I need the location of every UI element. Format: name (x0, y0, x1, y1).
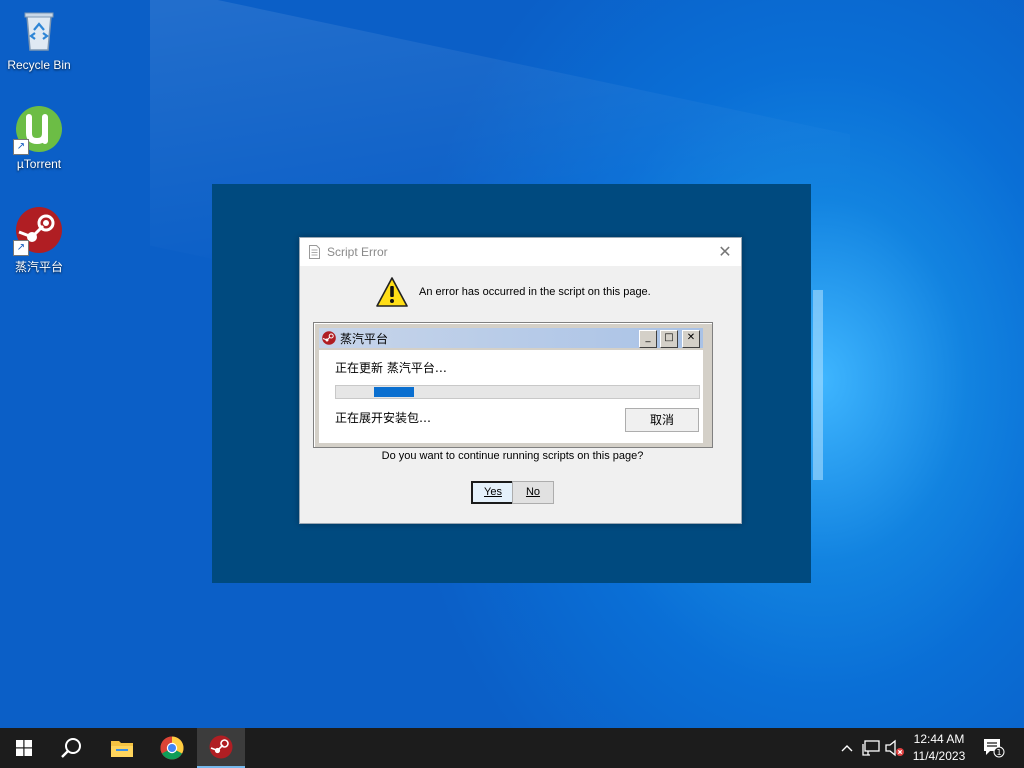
steam-window-body: 正在更新 蒸汽平台… 正在展开安装包… 取消 (319, 350, 703, 443)
unpack-status-text: 正在展开安装包… (335, 411, 432, 425)
steam-window-title: 蒸汽平台 (340, 331, 389, 346)
close-button[interactable]: ✕ (682, 330, 700, 348)
volume-muted-icon (885, 739, 904, 757)
search-icon (61, 738, 81, 758)
update-progress-bar (335, 385, 700, 399)
shortcut-arrow-icon: ↗ (13, 139, 29, 155)
dialog-close-button[interactable]: ✕ (715, 242, 735, 262)
steam-icon: ↗ (13, 206, 63, 256)
notification-icon: 1 (984, 739, 1005, 758)
script-error-dialog: Script Error ✕ An error has occurred in … (299, 237, 742, 524)
update-status-text: 正在更新 蒸汽平台… (335, 361, 447, 375)
desktop-icon-utorrent[interactable]: ↗ µTorrent (1, 105, 77, 171)
action-center-button[interactable]: 1 (980, 728, 1008, 768)
no-button-label: No (525, 486, 541, 498)
desktop-icon-recycle-bin[interactable]: Recycle Bin (1, 6, 77, 72)
desktop-icon-label: Recycle Bin (7, 58, 71, 72)
yes-button-label: Yes (484, 486, 502, 498)
error-message: An error has occurred in the script on t… (419, 286, 651, 298)
desktop-icon-steam[interactable]: ↗ 蒸汽平台 (1, 206, 77, 275)
start-button[interactable] (0, 728, 48, 768)
chevron-up-icon (841, 745, 853, 752)
desktop-icon-label: µTorrent (16, 157, 62, 171)
show-hidden-icons-button[interactable] (838, 728, 856, 768)
yes-button[interactable]: Yes (471, 481, 515, 504)
continue-question: Do you want to continue running scripts … (381, 450, 644, 462)
dialog-title-bar[interactable]: Script Error ✕ (300, 238, 741, 266)
desktop-icon-label: 蒸汽平台 (14, 260, 63, 274)
steam-updater-window: 蒸汽平台 _ □ ✕ 正在更新 蒸汽平台… 正在展开安装包… 取消 (313, 322, 713, 448)
taskbar-file-explorer[interactable] (98, 728, 146, 768)
steam-icon (209, 735, 233, 759)
minimize-button[interactable]: _ (639, 330, 657, 348)
chrome-icon (160, 736, 184, 760)
progress-fill (374, 387, 415, 397)
clock-time: 12:44 AM (913, 732, 965, 746)
clock-date: 11/4/2023 (912, 749, 966, 763)
warning-icon (376, 277, 408, 307)
shortcut-arrow-icon: ↗ (13, 240, 29, 256)
network-button[interactable] (860, 728, 882, 768)
utorrent-icon: ↗ (13, 105, 63, 155)
network-icon (862, 740, 880, 756)
steam-icon (322, 331, 336, 345)
volume-button[interactable] (884, 728, 906, 768)
dialog-title: Script Error (327, 245, 388, 259)
error-message-row: An error has occurred in the script on t… (375, 276, 651, 308)
taskbar-clock[interactable]: 12:44 AM 11/4/2023 (904, 731, 974, 765)
taskbar-steam[interactable] (197, 728, 245, 768)
recycle-bin-icon (15, 6, 63, 54)
windows-logo-icon (16, 740, 32, 756)
taskbar: 12:44 AM 11/4/2023 1 (0, 728, 1024, 768)
steam-window-title-bar[interactable]: 蒸汽平台 _ □ ✕ (319, 328, 703, 348)
notification-count: 1 (996, 748, 1001, 757)
wallpaper-light-edge (813, 290, 823, 480)
folder-icon (111, 741, 133, 757)
taskbar-search-button[interactable] (48, 728, 96, 768)
taskbar-chrome[interactable] (148, 728, 196, 768)
maximize-button[interactable]: □ (660, 330, 678, 348)
document-icon (309, 245, 320, 259)
no-button[interactable]: No (512, 481, 554, 504)
cancel-button[interactable]: 取消 (625, 408, 699, 432)
